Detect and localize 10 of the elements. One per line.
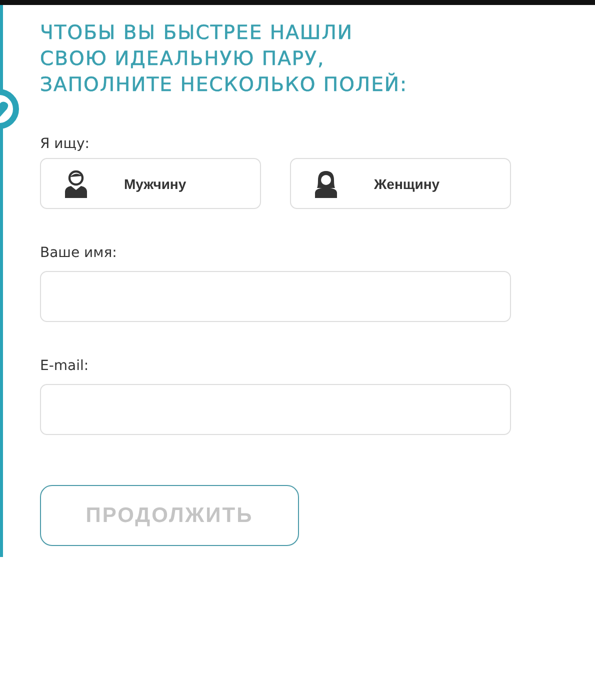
input-field[interactable] (40, 384, 511, 435)
man-option-button[interactable]: Мужчину (40, 158, 261, 209)
woman-icon (314, 170, 338, 198)
input-field[interactable] (40, 271, 511, 322)
man-icon (64, 170, 88, 198)
woman-option-button[interactable]: Женщину (290, 158, 511, 209)
field-label: Ваше имя: (40, 245, 118, 261)
seeking-label: Я ищу: (40, 136, 90, 152)
field-label: E-mail: (40, 358, 90, 374)
form-heading: ЧТОБЫ ВЫ БЫСТРЕЕ НАШЛИ СВОЮ ИДЕАЛЬНУЮ ПАРУ, ЗАПОЛНИТЕ НЕСКОЛЬКО ПОЛЕЙ: (40, 20, 409, 98)
